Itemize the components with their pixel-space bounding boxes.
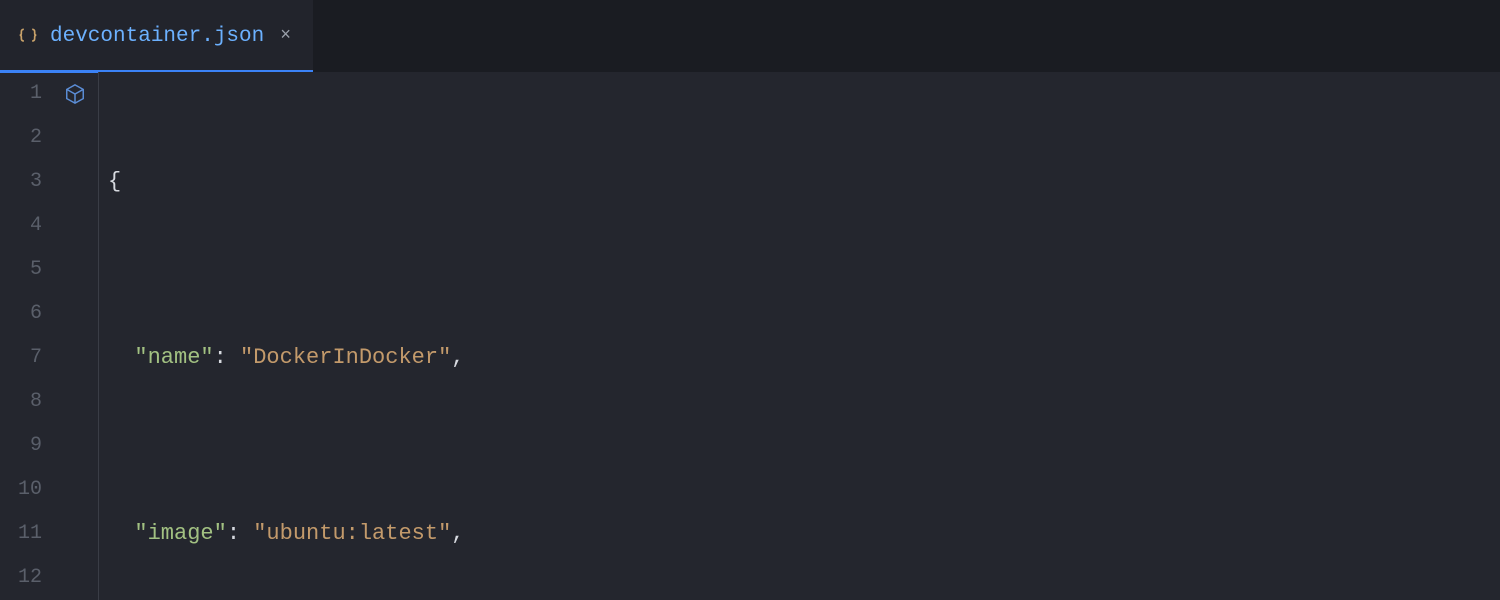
glyph-slot — [52, 72, 98, 116]
code-line[interactable]: "image": "ubuntu:latest", — [108, 512, 1500, 556]
line-number: 7 — [0, 336, 52, 380]
line-number: 10 — [0, 468, 52, 512]
close-icon[interactable]: × — [276, 22, 295, 50]
line-number: 11 — [0, 512, 52, 556]
code-line[interactable]: { — [108, 160, 1500, 204]
cube-outline-icon — [64, 83, 86, 105]
tab-filename: devcontainer.json — [50, 25, 264, 48]
editor[interactable]: 1 2 3 4 5 6 7 8 9 10 11 12 { " — [0, 72, 1500, 600]
tab-devcontainer[interactable]: devcontainer.json × — [0, 0, 313, 72]
line-number: 2 — [0, 116, 52, 160]
line-number-gutter: 1 2 3 4 5 6 7 8 9 10 11 12 — [0, 72, 52, 600]
tab-bar: devcontainer.json × — [0, 0, 1500, 72]
line-number: 6 — [0, 292, 52, 336]
editor-content[interactable]: { "name": "DockerInDocker", "image": "ub… — [98, 72, 1500, 600]
line-number: 8 — [0, 380, 52, 424]
glyph-margin — [52, 72, 98, 600]
line-number: 1 — [0, 72, 52, 116]
line-number: 3 — [0, 160, 52, 204]
line-number: 9 — [0, 424, 52, 468]
line-number: 4 — [0, 204, 52, 248]
line-number: 12 — [0, 556, 52, 600]
json-braces-icon — [18, 26, 38, 46]
line-number: 5 — [0, 248, 52, 292]
code-line[interactable]: "name": "DockerInDocker", — [108, 336, 1500, 380]
